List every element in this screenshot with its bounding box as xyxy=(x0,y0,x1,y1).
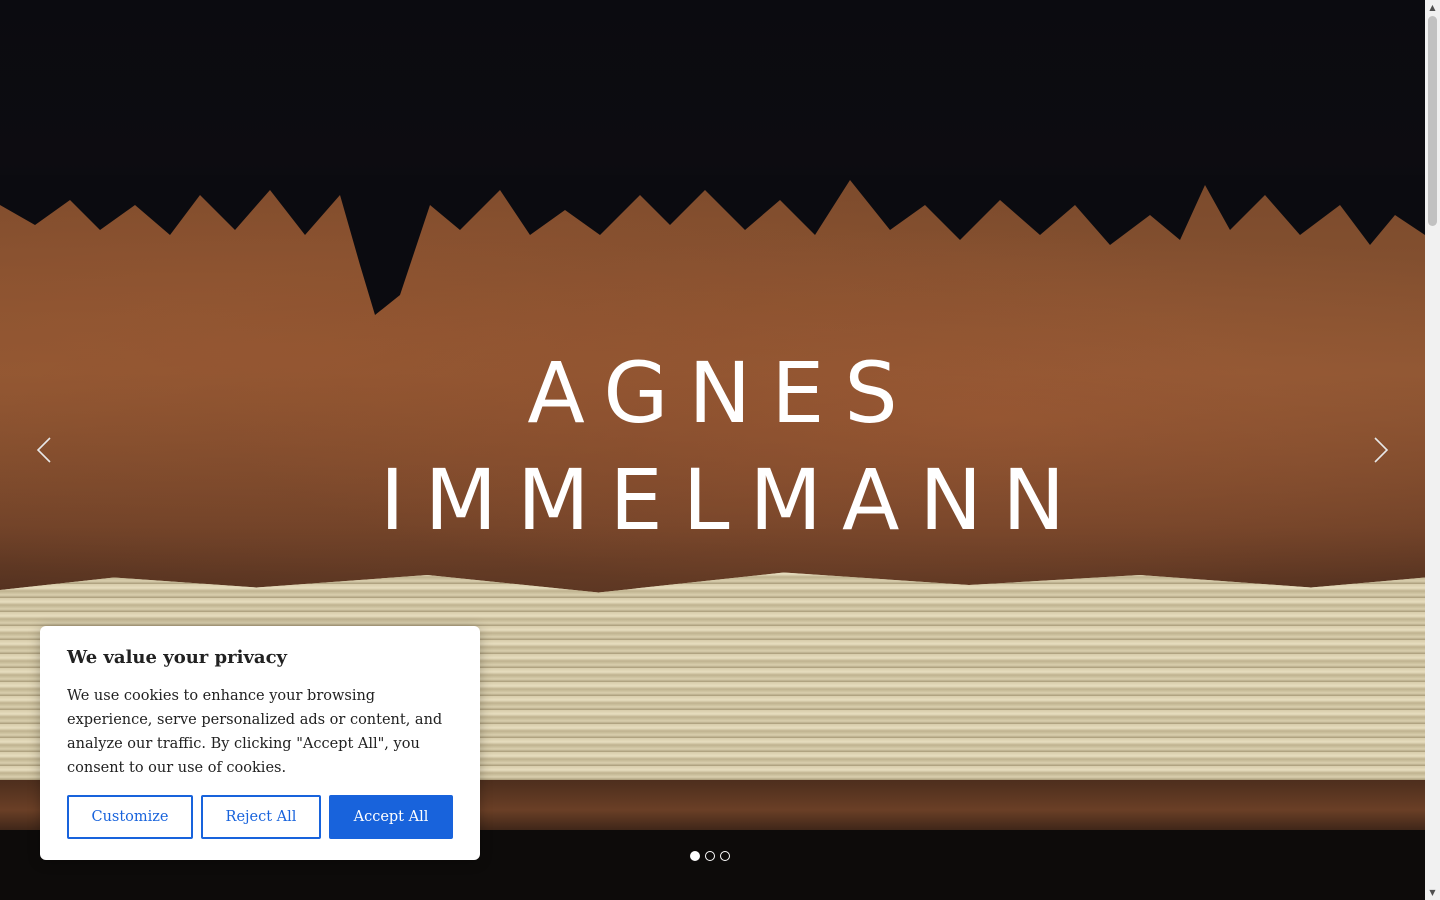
slider-dot-1[interactable] xyxy=(690,851,700,861)
slider-next-button[interactable] xyxy=(1361,430,1401,470)
cookie-banner-buttons: Customize Reject All Accept All xyxy=(67,795,453,839)
hero-title-line1: AGNES xyxy=(527,344,918,442)
chevron-right-icon xyxy=(1374,437,1389,463)
scrollbar-thumb[interactable] xyxy=(1428,16,1437,226)
scroll-down-icon[interactable]: ▼ xyxy=(1425,885,1440,900)
slider-dot-2[interactable] xyxy=(705,851,715,861)
accept-all-button[interactable]: Accept All xyxy=(329,795,453,839)
page-scrollbar[interactable]: ▲ ▼ xyxy=(1425,0,1440,900)
slider-pagination xyxy=(690,851,730,861)
scroll-up-icon[interactable]: ▲ xyxy=(1425,0,1440,15)
chevron-left-icon xyxy=(36,437,51,463)
slider-dot-3[interactable] xyxy=(720,851,730,861)
slider-prev-button[interactable] xyxy=(24,430,64,470)
cookie-banner-text: We use cookies to enhance your browsing … xyxy=(67,688,443,776)
cookie-consent-banner: We value your privacy We use cookies to … xyxy=(40,626,480,860)
reject-all-button[interactable]: Reject All xyxy=(201,795,321,839)
customize-button[interactable]: Customize xyxy=(67,795,193,839)
hero-title-line2: IMMELMANN xyxy=(379,451,1086,549)
cookie-banner-title: We value your privacy xyxy=(67,647,287,668)
